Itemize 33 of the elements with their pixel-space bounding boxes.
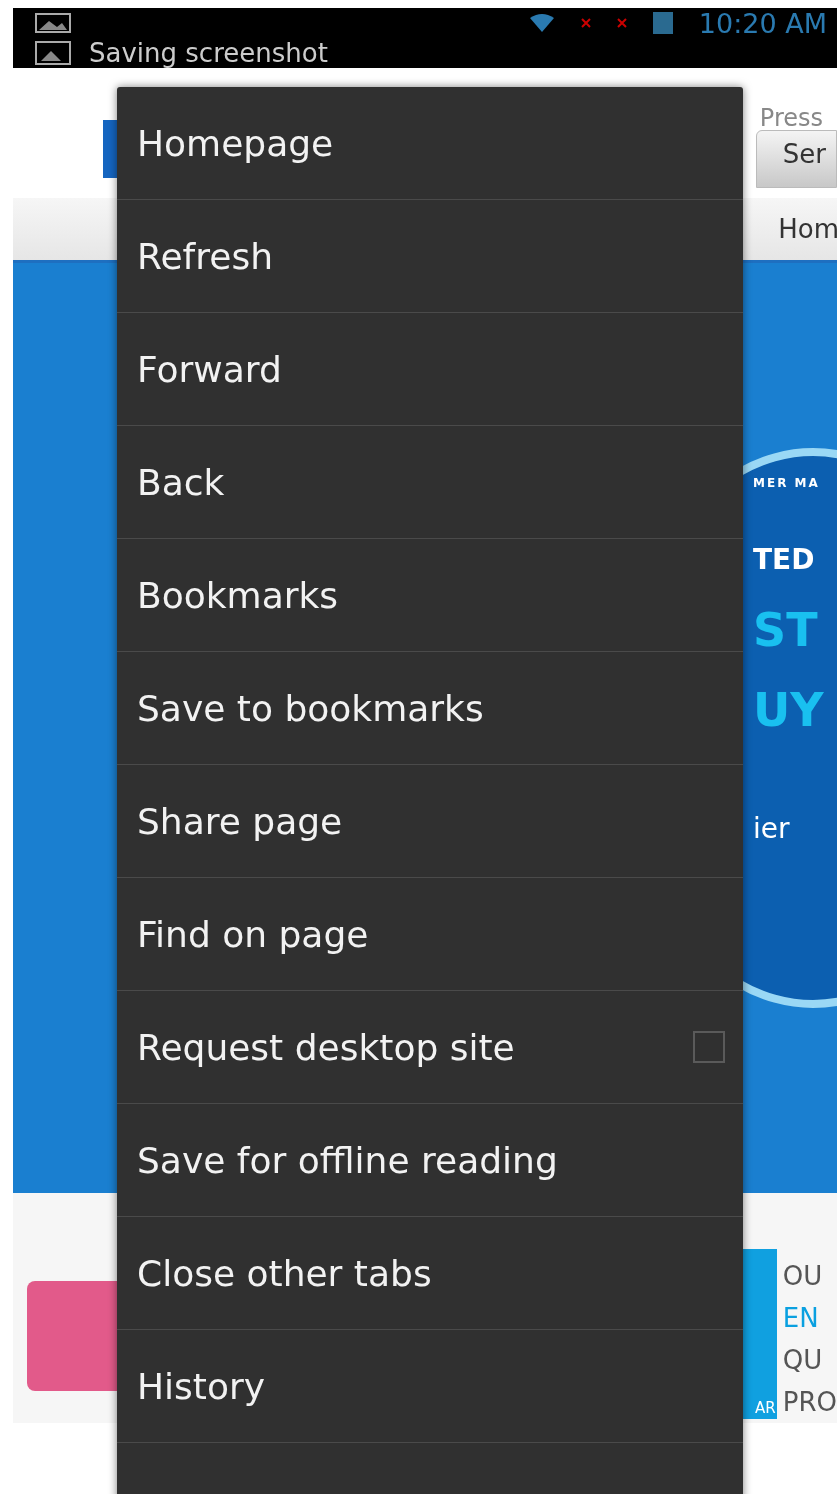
signal-off-icon	[616, 18, 627, 28]
menu-item[interactable]: Homepage	[117, 87, 743, 200]
battery-icon	[652, 12, 673, 34]
menu-item[interactable]: Close other tabs	[117, 1217, 743, 1330]
site-tab[interactable]: Ser	[755, 130, 837, 188]
header-link[interactable]: Press	[759, 104, 823, 132]
signal-off-icon	[580, 18, 591, 28]
notification-text: Saving screenshot	[89, 38, 328, 68]
badge-text: ST	[753, 602, 818, 659]
menu-item[interactable]: Find on page	[117, 878, 743, 991]
menu-item[interactable]: Forward	[117, 313, 743, 426]
menu-item[interactable]: Refresh	[117, 200, 743, 313]
badge-text: TED	[753, 542, 815, 578]
menu-item[interactable]: Bookmarks	[117, 539, 743, 652]
badge-arc-text: MER MA	[753, 476, 820, 490]
image-icon	[35, 41, 71, 65]
wifi-icon	[528, 14, 555, 32]
nav-link[interactable]: Hom	[778, 214, 837, 244]
status-time: 10:20 AM	[698, 8, 827, 39]
checkbox[interactable]	[693, 1031, 725, 1063]
menu-item[interactable]: Back	[117, 426, 743, 539]
menu-item[interactable]: Save to bookmarks	[117, 652, 743, 765]
image-icon	[35, 13, 71, 33]
badge-text: UY	[753, 682, 824, 739]
menu-item[interactable]: Share page	[117, 765, 743, 878]
promo-text: PRO	[782, 1386, 837, 1419]
badge-text: ier	[753, 812, 790, 845]
promo-text: EN	[782, 1302, 820, 1335]
menu-item[interactable]: Save for offline reading	[117, 1104, 743, 1217]
menu-item[interactable]: Request desktop site	[117, 991, 743, 1104]
promo-text: OU	[782, 1260, 824, 1293]
promo-text: QU	[782, 1344, 824, 1377]
menu-item[interactable]: History	[117, 1330, 743, 1443]
